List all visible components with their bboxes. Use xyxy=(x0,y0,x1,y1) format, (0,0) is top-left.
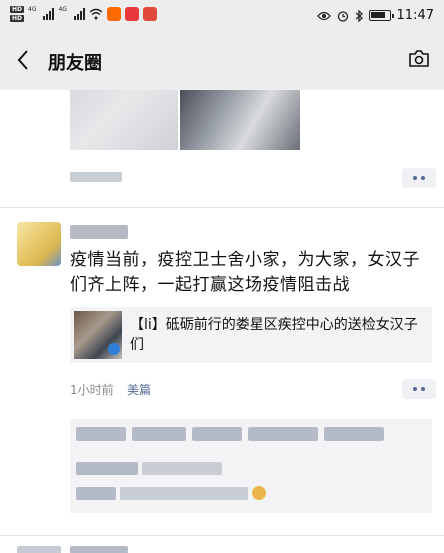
like-name[interactable] xyxy=(324,427,384,441)
comment-text xyxy=(142,462,222,475)
post-image[interactable] xyxy=(180,90,300,150)
avatar[interactable] xyxy=(17,546,61,553)
source-badge-icon xyxy=(108,343,120,355)
camera-button[interactable] xyxy=(408,50,430,68)
comments-area xyxy=(70,419,432,513)
like-name[interactable] xyxy=(132,427,186,441)
camera-icon xyxy=(409,50,429,67)
comment-author[interactable] xyxy=(76,486,116,500)
divider xyxy=(0,535,444,536)
post-image[interactable] xyxy=(70,90,178,150)
share-title: 【li】砥砺前行的娄星区疾控中心的送检女汉子们 xyxy=(130,317,418,353)
like-name[interactable] xyxy=(76,427,126,441)
nav-bar: 朋友圈 xyxy=(0,34,444,90)
signal-icon xyxy=(43,8,55,20)
app-notification-icon xyxy=(124,7,139,21)
like-name[interactable] xyxy=(192,427,242,441)
emoji-icon xyxy=(252,486,266,500)
comment-text xyxy=(120,486,248,500)
comment-author[interactable] xyxy=(76,462,138,475)
status-left-icons: HD HD 4G 4G xyxy=(10,6,157,22)
avatar[interactable] xyxy=(17,222,61,266)
comment-row[interactable] xyxy=(76,462,222,475)
divider xyxy=(0,207,444,208)
nickname-redacted[interactable] xyxy=(70,546,128,553)
hd-badge: HD xyxy=(10,15,25,22)
page-title: 朋友圈 xyxy=(48,53,102,74)
app-notification-icon xyxy=(142,7,157,21)
post-time: 1小时前 xyxy=(70,383,114,397)
moments-feed[interactable]: 疫情当前，疫控卫士舍小家，为大家，女汉子们齐上阵，一起打赢这场疫情阻击战 【li… xyxy=(0,90,444,553)
network-label: 4G xyxy=(28,6,37,13)
wifi-icon xyxy=(89,8,103,20)
signal-icon xyxy=(73,8,85,20)
bluetooth-icon xyxy=(355,9,363,22)
chevron-left-icon xyxy=(17,50,28,70)
back-button[interactable] xyxy=(16,48,40,76)
hd-badges: HD HD xyxy=(10,6,25,22)
redacted-meta xyxy=(70,172,122,182)
nickname-redacted[interactable] xyxy=(70,225,128,239)
hd-badge: HD xyxy=(10,6,25,13)
network-label: 4G xyxy=(58,6,67,13)
more-actions-button[interactable] xyxy=(402,168,436,188)
likes-row xyxy=(76,427,384,441)
post-text: 疫情当前，疫控卫士舍小家，为大家，女汉子们齐上阵，一起打赢这场疫情阻击战 xyxy=(70,250,420,295)
post-source[interactable]: 美篇 xyxy=(127,381,151,398)
eye-icon xyxy=(316,11,331,20)
comment-row[interactable] xyxy=(76,486,266,500)
alarm-icon xyxy=(337,10,348,22)
status-right-icons: 11:47 xyxy=(316,8,434,23)
like-name[interactable] xyxy=(248,427,318,441)
shared-link-card[interactable]: 【li】砥砺前行的娄星区疾控中心的送检女汉子们 xyxy=(70,307,432,363)
battery-icon xyxy=(368,10,394,21)
clock: 11:47 xyxy=(396,8,434,23)
app-notification-icon xyxy=(106,7,121,21)
more-actions-button[interactable] xyxy=(402,379,436,399)
status-bar: HD HD 4G 4G 11:47 xyxy=(0,0,444,34)
